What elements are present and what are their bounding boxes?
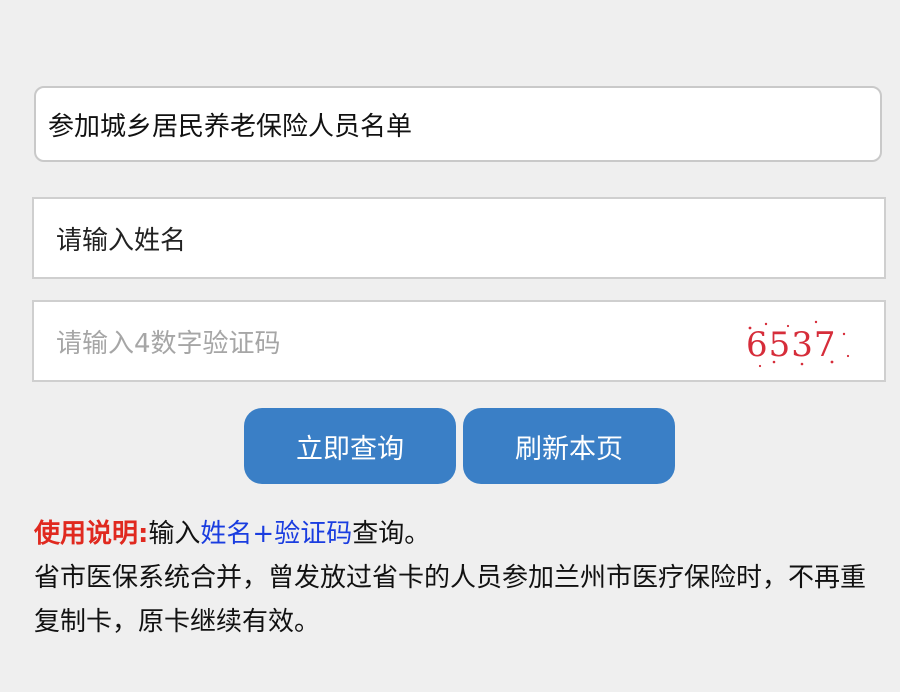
- usage-instructions: 使用说明:输入姓名+验证码查询。 省市医保系统合并，曾发放过省卡的人员参加兰州市…: [34, 512, 880, 644]
- category-select-value: 参加城乡居民养老保险人员名单: [48, 111, 413, 142]
- name-input-placeholder: 请输入姓名: [56, 225, 187, 256]
- name-input[interactable]: 请输入姓名: [32, 197, 886, 279]
- verification-code-placeholder: 请输入4数字验证码: [56, 328, 281, 359]
- instructions-line-2: 省市医保系统合并，曾发放过省卡的人员参加兰州市医疗保险时，不再重复制卡，原卡继续…: [34, 563, 867, 637]
- query-button-label: 立即查询: [296, 433, 404, 465]
- instructions-text-1: 输入: [148, 519, 201, 549]
- refresh-button[interactable]: 刷新本页: [463, 408, 675, 484]
- captcha-image[interactable]: 6537: [744, 316, 854, 368]
- refresh-button-label: 刷新本页: [515, 433, 623, 465]
- instructions-text-2: 查询。: [352, 519, 431, 549]
- captcha-text: 6537: [746, 325, 837, 365]
- verification-code-input[interactable]: 请输入4数字验证码 6537: [32, 300, 886, 382]
- instructions-line-1: 使用说明:输入姓名+验证码查询。: [34, 512, 880, 556]
- instructions-label: 使用说明:: [34, 519, 149, 549]
- instructions-highlight: 姓名+验证码: [200, 519, 353, 549]
- category-select[interactable]: 参加城乡居民养老保险人员名单: [34, 86, 882, 162]
- query-button[interactable]: 立即查询: [244, 408, 456, 484]
